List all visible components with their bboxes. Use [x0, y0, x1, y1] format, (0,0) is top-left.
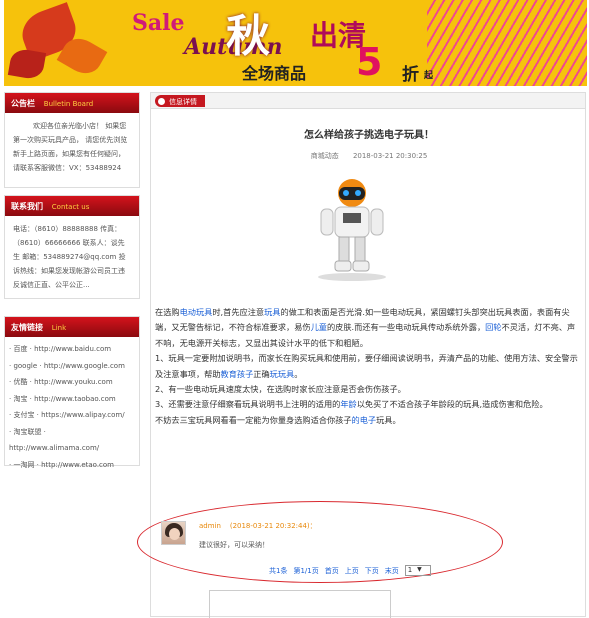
link-toy[interactable]: 玩具 [264, 307, 280, 317]
link-electric-toy[interactable]: 电动玩具 [180, 307, 213, 317]
page-select-value: 1 [407, 566, 413, 574]
notice-text: 欢迎各位亲光临小店！ 如果您第一次购买玩具产品， 请您优先浏览新手上路页面，如果… [13, 122, 128, 172]
link-gear[interactable]: 回轮 [485, 322, 501, 332]
link-item-etao[interactable]: · 一淘网 · http://www.etao.com [9, 457, 135, 474]
robot-toy-image [318, 179, 386, 281]
link-educate-children[interactable]: 教育孩子 [221, 369, 254, 379]
content-text: 。 [294, 368, 303, 379]
notice-title: 公告栏 [11, 99, 35, 108]
article-header: 信息详情 [151, 93, 585, 109]
content-text: 正确 [253, 368, 270, 379]
links-panel: 友情链接 Link · 百度 · http://www.baidu.com · … [4, 316, 140, 469]
article-meta: 商城动态 2018-03-21 20:30:25 [151, 151, 587, 161]
comment-form-box[interactable] [209, 590, 391, 618]
notice-header: 公告栏 Bulletin Board [5, 93, 139, 113]
pager-next-button[interactable]: 下页 [365, 567, 379, 575]
pager-page: 第1/1页 [293, 566, 319, 575]
link-item-google[interactable]: · google · http://www.google.com [9, 358, 135, 375]
chevron-down-icon: ▼ [417, 566, 422, 573]
contact-text: 电话：（8610）88888888 传真：（8610）66666666 联系人：… [13, 225, 126, 289]
notice-panel: 公告栏 Bulletin Board 欢迎各位亲光临小店！ 如果您第一次购买玩具… [4, 92, 140, 188]
banner-qi-text: 起 [424, 71, 434, 81]
contact-title: 联系我们 [11, 202, 43, 211]
content-text: 以免买了不适合孩子年龄段的玩具,造成伤害和危险。 [356, 399, 548, 410]
pagination: 共1条 第1/1页 首页 上页 下页 末页 1 ▼ [269, 565, 437, 576]
article-header-label: 信息详情 [155, 95, 205, 107]
link-item-baidu[interactable]: · 百度 · http://www.baidu.com [9, 341, 135, 358]
link-children[interactable]: 儿童 [311, 322, 327, 332]
avatar [161, 521, 186, 545]
page-select[interactable]: 1 ▼ [404, 565, 431, 576]
link-play-toy[interactable]: 玩玩具 [270, 369, 295, 379]
comment-user: admin [199, 522, 221, 530]
links-title: 友情链接 [11, 323, 43, 332]
link-item-alipay[interactable]: · 支付宝 · https://www.alipay.com/ [9, 407, 135, 424]
contact-header: 联系我们 Contact us [5, 196, 139, 216]
links-list: · 百度 · http://www.baidu.com · google · h… [5, 337, 139, 477]
sale-banner[interactable]: Sale Autumn 秋 出清 全场商品 5 折 起 [4, 0, 587, 86]
link-electronic[interactable]: 的电子 [352, 415, 377, 425]
banner-quanchang-text: 全场商品 [242, 64, 307, 83]
bullet-icon [158, 98, 165, 105]
content-text: 的皮肤.而还有一些电动玩具传动系统外露， [326, 322, 486, 333]
link-item-taobao[interactable]: · 淘宝 · http://www.taobao.com [9, 391, 135, 408]
content-text: 1、玩具一定要附加说明书，而家长在购买玩具和使用前，要仔细阅读说明书，弄清产品的… [155, 353, 578, 379]
link-item-alimama[interactable]: · 淘宝联盟 · http://www.alimama.com/ [9, 424, 135, 457]
comment-meta: admin (2018-03-21 20:32:44)： [199, 521, 317, 531]
article-header-text: 信息详情 [169, 98, 197, 106]
banner-zhe-text: 折 [402, 65, 419, 85]
content-text: 2、有一些电动玩具速度太快，在选购时家长应注意是否会伤伤孩子。 [155, 384, 406, 395]
content-text: 玩具。 [376, 414, 401, 425]
link-age[interactable]: 年龄 [340, 399, 356, 409]
contact-title-en: Contact us [51, 203, 90, 211]
content-text: 在选购 [155, 307, 180, 317]
article-content: 在选购电动玩具时,首先应注意玩具的做工和表面是否光滑.如一些电动玩具，紧固螺钉头… [155, 305, 581, 428]
links-title-en: Link [51, 324, 67, 332]
contact-panel: 联系我们 Contact us 电话：（8610）88888888 传真：（86… [4, 195, 140, 299]
banner-discount-number: 5 [356, 40, 383, 84]
maple-leaf-icon [7, 47, 47, 81]
content-text: 时,首先应注意 [212, 307, 265, 317]
pager-last-button[interactable]: 末页 [385, 567, 399, 575]
article-title: 怎么样给孩子挑选电子玩具！ [304, 130, 434, 141]
comment-date: (2018-03-21 20:32:44)： [229, 522, 317, 530]
pager-first-button[interactable]: 首页 [325, 567, 339, 575]
article-category[interactable]: 商城动态 [311, 152, 339, 160]
pager-prev-button[interactable]: 上页 [345, 567, 359, 575]
avatar-face [169, 528, 180, 540]
article-panel: 信息详情 怎么样给孩子挑选电子玩具！ 商城动态 2018-03-21 20:30… [137, 92, 587, 618]
banner-sale-text: Sale [132, 10, 185, 36]
article-date: 2018-03-21 20:30:25 [352, 152, 428, 160]
links-header: 友情链接 Link [5, 317, 139, 337]
comment-text: 建议很好，可以采纳！ [199, 541, 269, 549]
content-text: 不妨去三宝玩具网看看一定能为你量身选购适合你孩子 [155, 414, 352, 425]
banner-qiu-text: 秋 [226, 11, 270, 62]
pager-total: 共1条 [269, 566, 288, 575]
banner-rays [427, 0, 587, 86]
notice-title-en: Bulletin Board [43, 100, 94, 108]
link-item-youku[interactable]: · 优酷 · http://www.youku.com [9, 374, 135, 391]
content-text: 3、还需要注意仔细察看玩具说明书上注明的适用的 [155, 399, 341, 410]
